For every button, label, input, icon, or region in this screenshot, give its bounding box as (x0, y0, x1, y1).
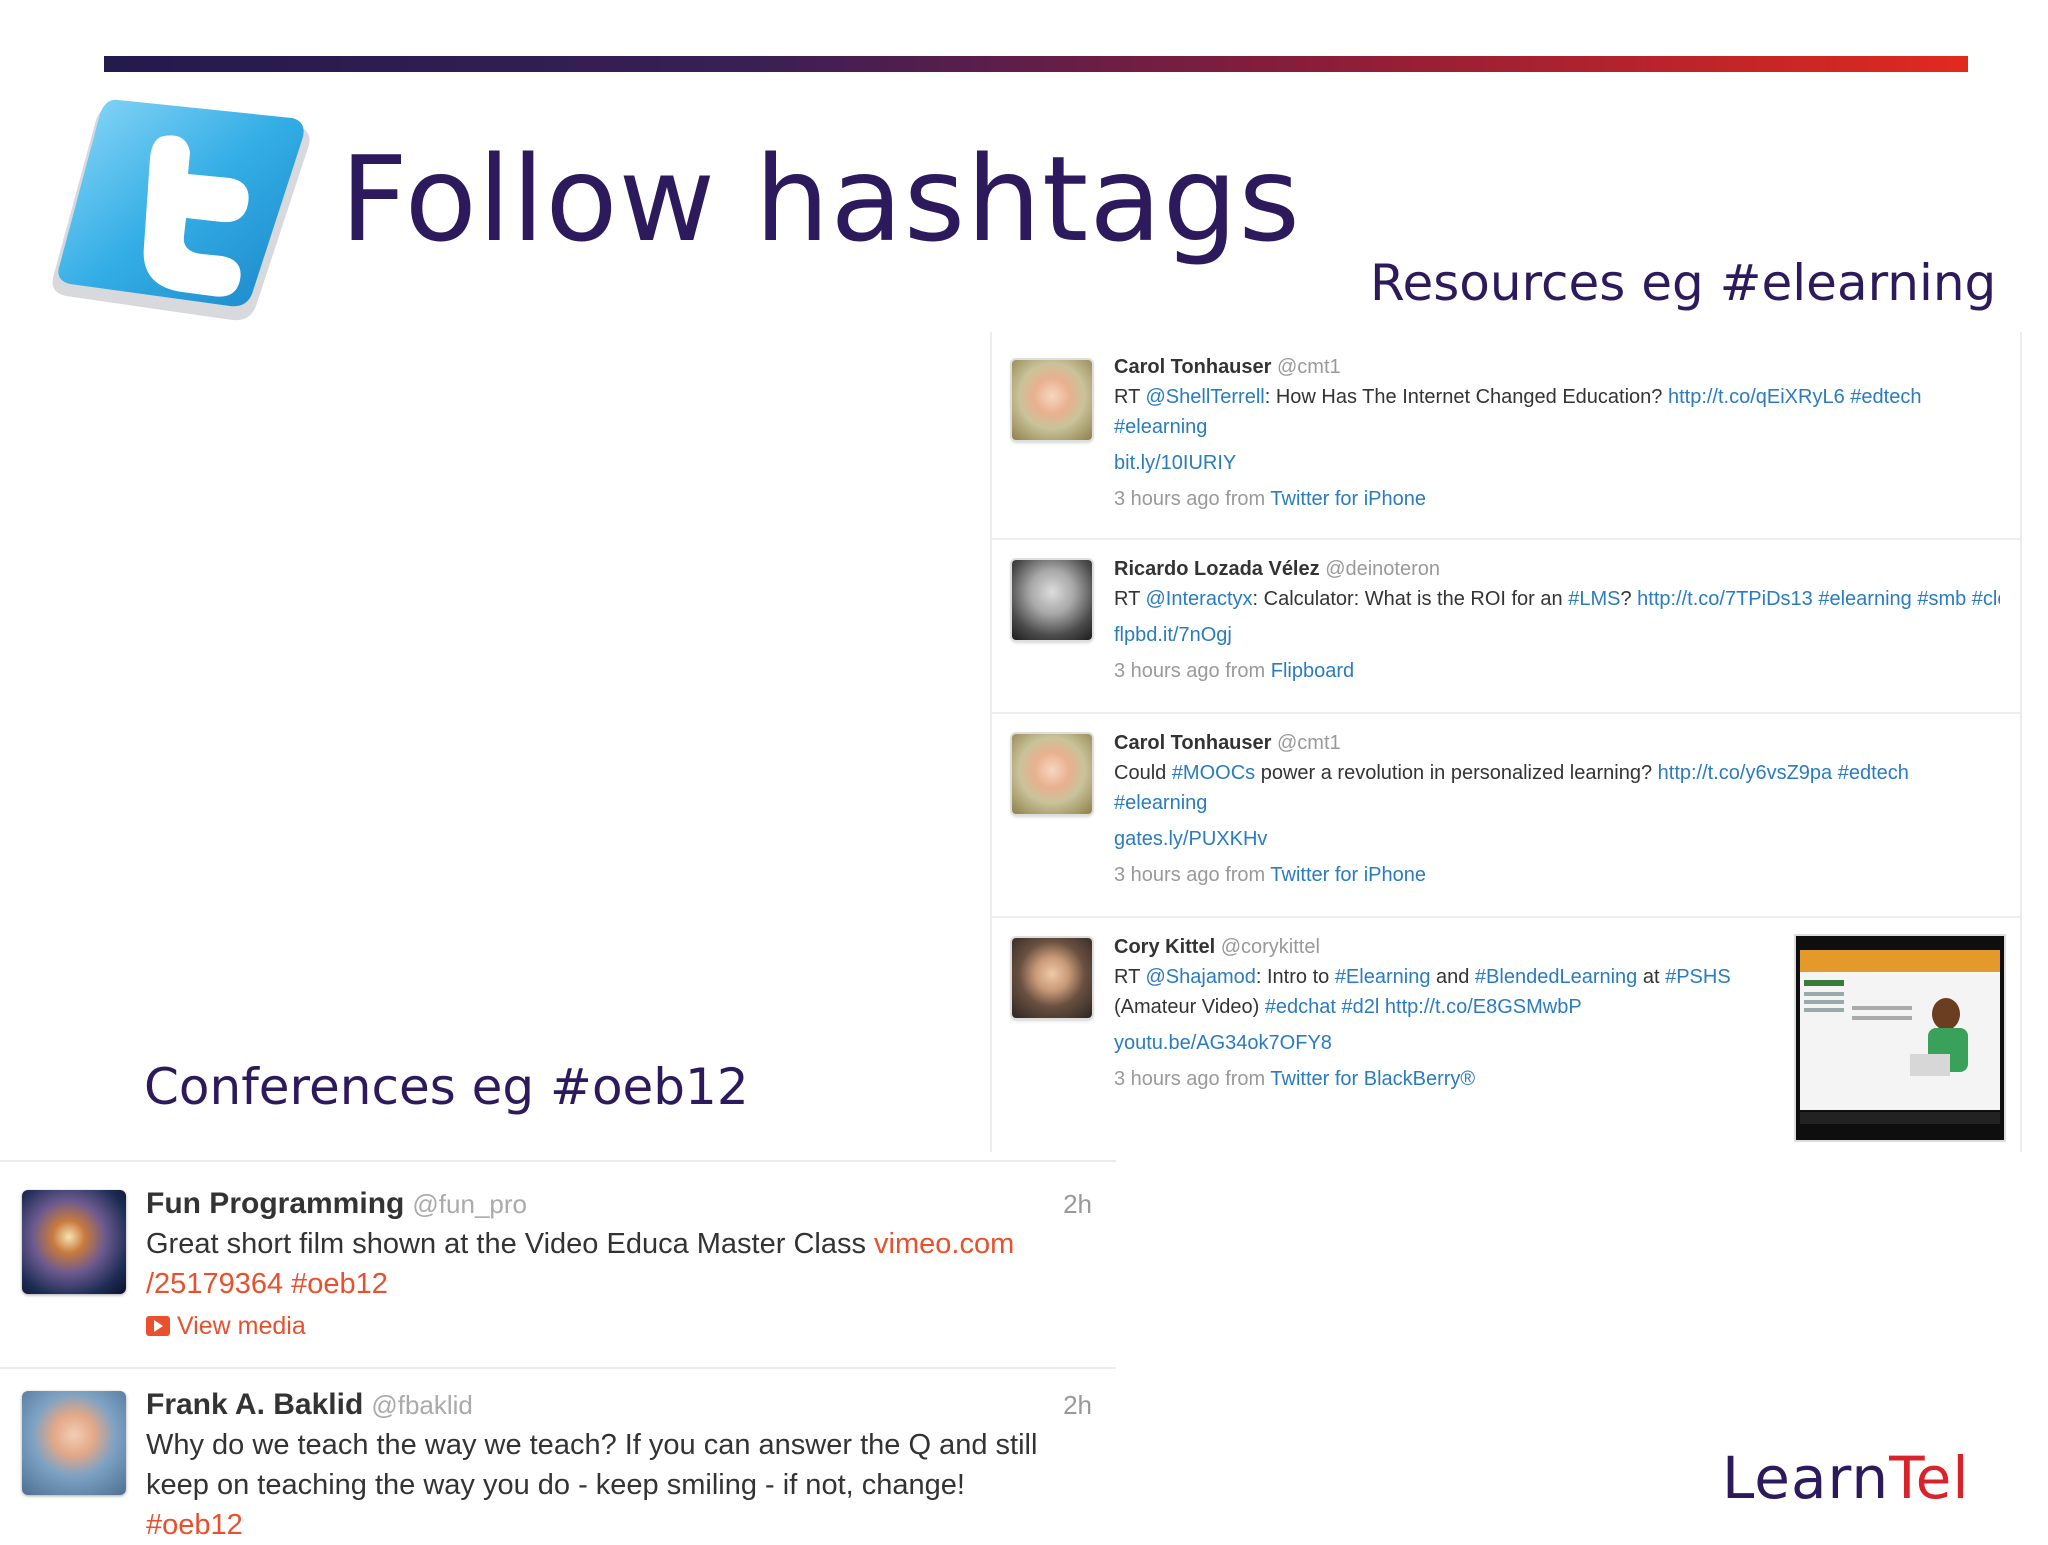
tweet-timestamp: 3 hours ago from (1114, 864, 1271, 886)
tweet-item[interactable]: Carol Tonhauser @cmt1 RT @ShellTerrell: … (992, 332, 2020, 540)
tweet-text: : Intro to (1255, 966, 1335, 988)
tweet-time[interactable]: 2h (1063, 1385, 1092, 1425)
tweet-text: RT (1114, 386, 1146, 408)
conference-tweet-panel: Fun Programming @fun_pro 2h Great short f… (0, 1160, 1116, 1541)
tweet-item[interactable]: Frank A. Baklid @fbaklid 2h Why do we tea… (0, 1369, 1116, 1541)
author-handle[interactable]: @cmt1 (1277, 732, 1341, 754)
short-link[interactable]: gates.ly/PUXKHv (1114, 828, 1267, 850)
tweet-source-link[interactable]: Twitter for iPhone (1270, 488, 1426, 510)
author-name[interactable]: Carol Tonhauser (1114, 356, 1271, 378)
tweet-time[interactable]: 2h (1063, 1184, 1092, 1224)
avatar[interactable] (1012, 560, 1092, 640)
tweet-text: (Amateur Video) (1114, 996, 1265, 1018)
view-media-link[interactable]: View media (146, 1306, 1092, 1346)
url-link[interactable]: http://t.co/y6vsZ9pa (1658, 762, 1833, 784)
tweet-text: RT (1114, 966, 1146, 988)
avatar[interactable] (1012, 938, 1092, 1018)
author-handle[interactable]: @cmt1 (1277, 356, 1341, 378)
tweet-source-link[interactable]: Flipboard (1271, 660, 1354, 682)
hashtag-link[interactable]: #edtech (1850, 386, 1921, 408)
hashtag-link[interactable]: #BlendedLearning (1475, 966, 1637, 988)
brand-tel-text: Tel (1889, 1444, 1970, 1512)
url-link[interactable]: /25179364 (146, 1268, 283, 1300)
author-handle[interactable]: @deinoteron (1325, 558, 1440, 580)
url-link[interactable]: vimeo.com (874, 1228, 1014, 1260)
tweet-text: at (1637, 966, 1666, 988)
short-link[interactable]: youtu.be/AG34ok7OFY8 (1114, 1032, 1332, 1054)
tweet-text: Why do we teach the way we teach? If you… (146, 1429, 1038, 1461)
hashtag-link[interactable]: #elearning (1114, 416, 1207, 438)
tweet-timestamp: 3 hours ago from (1114, 1068, 1271, 1090)
avatar[interactable] (22, 1391, 126, 1495)
conferences-caption: Conferences eg #oeb12 (144, 1058, 749, 1116)
url-link[interactable]: http://t.co/qEiXRyL6 (1668, 386, 1845, 408)
mention-link[interactable]: @ShellTerrell (1146, 386, 1265, 408)
author-handle[interactable]: @corykittel (1221, 936, 1320, 958)
tweet-text: power a revolution in personalized learn… (1255, 762, 1658, 784)
hashtag-link[interactable]: #oeb12 (146, 1509, 243, 1541)
hashtag-link[interactable]: #edchat (1265, 996, 1336, 1018)
resources-caption: Resources eg #elearning (1370, 254, 1997, 312)
tweet-source-link[interactable]: Twitter for iPhone (1270, 864, 1426, 886)
mention-link[interactable]: @Shajamod (1146, 966, 1256, 988)
tweet-text: and (1430, 966, 1475, 988)
hashtag-link[interactable]: #smb (1917, 588, 1966, 610)
brand-learn-text: Learn (1722, 1444, 1890, 1512)
resources-tweet-panel: Carol Tonhauser @cmt1 RT @ShellTerrell: … (990, 332, 2022, 1152)
short-link[interactable]: flpbd.it/7nOgj (1114, 624, 1232, 646)
page-title: Follow hashtags (340, 130, 1301, 268)
hashtag-link[interactable]: #Elearning (1335, 966, 1431, 988)
tweet-text: Could (1114, 762, 1172, 784)
tweet-text: RT (1114, 588, 1146, 610)
tweet-text: : Calculator: What is the ROI for an (1252, 588, 1569, 610)
tweet-source-link[interactable]: Twitter for BlackBerry® (1270, 1068, 1475, 1090)
url-link[interactable]: http://t.co/E8GSMwbP (1385, 996, 1582, 1018)
author-name[interactable]: Carol Tonhauser (1114, 732, 1271, 754)
mention-link[interactable]: @Interactyx (1146, 588, 1253, 610)
hashtag-link[interactable]: #edtech (1838, 762, 1909, 784)
hashtag-link[interactable]: #MOOCs (1172, 762, 1255, 784)
tweet-item[interactable]: Fun Programming @fun_pro 2h Great short f… (0, 1162, 1116, 1367)
tweet-text: : How Has The Internet Changed Education… (1264, 386, 1668, 408)
tweet-item[interactable]: Ricardo Lozada Vélez @deinoteron RT @Int… (992, 538, 2020, 714)
author-name[interactable]: Fun Programming (146, 1187, 404, 1220)
tweet-text: ? (1620, 588, 1638, 610)
hashtag-link[interactable]: #clo (1972, 588, 2000, 610)
tweet-timestamp: 3 hours ago from (1114, 488, 1271, 510)
tweet-timestamp: 3 hours ago from (1114, 660, 1271, 682)
author-name[interactable]: Cory Kittel (1114, 936, 1215, 958)
author-handle[interactable]: @fbaklid (371, 1390, 473, 1420)
view-media-label: View media (176, 1312, 306, 1340)
author-name[interactable]: Ricardo Lozada Vélez (1114, 558, 1320, 580)
hashtag-link[interactable]: #d2l (1342, 996, 1380, 1018)
tweet-text: Great short film shown at the Video Educ… (146, 1228, 875, 1260)
author-handle[interactable]: @fun_pro (412, 1189, 527, 1219)
tweet-item[interactable]: Carol Tonhauser @cmt1 Could #MOOCs power… (992, 712, 2020, 918)
avatar[interactable] (1012, 360, 1092, 440)
hashtag-link[interactable]: #LMS (1568, 588, 1620, 610)
hashtag-link[interactable]: #elearning (1818, 588, 1911, 610)
hashtag-link[interactable]: #elearning (1114, 792, 1207, 814)
avatar[interactable] (22, 1190, 126, 1294)
short-link[interactable]: bit.ly/10IURIY (1114, 452, 1236, 474)
media-icon (146, 1316, 170, 1336)
title-accent-bar (104, 56, 1968, 72)
hashtag-link[interactable]: #oeb12 (291, 1268, 388, 1300)
author-name[interactable]: Frank A. Baklid (146, 1388, 363, 1421)
avatar[interactable] (1012, 734, 1092, 814)
url-link[interactable]: http://t.co/7TPiDs13 (1637, 588, 1813, 610)
learntel-logo: LearnTel (1722, 1444, 1969, 1512)
video-thumbnail[interactable] (1794, 934, 2006, 1142)
hashtag-link[interactable]: #PSHS (1665, 966, 1731, 988)
twitter-logo-icon (46, 96, 318, 328)
tweet-text: keep on teaching the way you do - keep s… (146, 1469, 965, 1501)
